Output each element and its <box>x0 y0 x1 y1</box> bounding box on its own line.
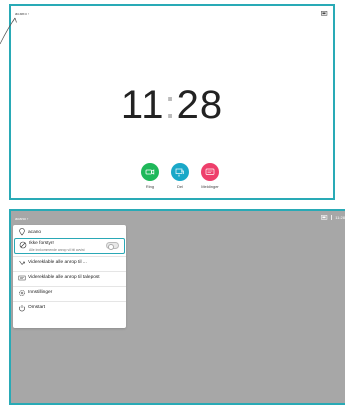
system-name-label: acano <box>15 216 26 221</box>
clock: 11:28 <box>11 83 333 128</box>
settings-item[interactable]: Innstillinger <box>13 288 126 298</box>
separator <box>331 215 333 220</box>
do-not-disturb-toggle[interactable] <box>106 242 119 250</box>
do-not-disturb-icon <box>19 241 27 249</box>
standby-screen: acano› 11:28 Ring Del Meldinger <box>9 4 335 200</box>
do-not-disturb-label: Ikke forstyrr <box>29 241 55 246</box>
clock-hours: 11 <box>120 83 165 127</box>
toggle-knob <box>108 244 114 250</box>
time-label: 11:28 <box>335 215 345 220</box>
status-area: 11:28 <box>321 215 345 220</box>
messages-button[interactable] <box>201 163 219 181</box>
menu-header: acano <box>13 227 126 237</box>
settings-label: Innstillinger <box>28 290 53 295</box>
do-not-disturb-row[interactable]: Ikke forstyrr Alle innkommende anrop vil… <box>14 238 125 254</box>
messages-button-label: Meldinger <box>201 184 219 189</box>
gear-icon <box>19 290 25 296</box>
menu-overlay-screen: acano › 11:28 acano Ikke forstyrr Alle i… <box>9 209 345 405</box>
voicemail-icon <box>205 168 215 175</box>
system-name-button[interactable]: acano › <box>15 216 28 221</box>
menu-header-label: acano <box>28 230 42 235</box>
system-menu: acano Ikke forstyrr Alle innkommende anr… <box>13 225 126 328</box>
divider <box>13 301 126 302</box>
share-button[interactable] <box>171 163 189 181</box>
screen-share-icon[interactable] <box>321 215 328 220</box>
do-not-disturb-description: Alle innkommende anrop vil bli avvist <box>29 248 85 252</box>
call-button-bar: Ring Del Meldinger <box>11 163 333 197</box>
annotation-arrow <box>0 17 17 45</box>
restart-label: Omstart <box>28 305 46 310</box>
divider <box>13 286 126 287</box>
forward-to-voicemail-label: Videreklable alle anrop til talepost <box>28 275 100 280</box>
screen-share-icon[interactable] <box>321 11 328 16</box>
call-forward-icon <box>19 260 25 265</box>
divider <box>13 256 126 257</box>
call-button[interactable] <box>141 163 159 181</box>
forward-to-voicemail-item[interactable]: Videreklable alle anrop til talepost <box>13 273 126 283</box>
location-pin-icon <box>19 228 25 236</box>
voicemail-icon <box>18 275 26 281</box>
power-icon <box>19 305 25 312</box>
forward-all-calls-item[interactable]: Videreklable alle anrop til ... <box>13 258 126 268</box>
divider <box>13 271 126 272</box>
share-screen-icon <box>175 168 184 177</box>
video-camera-icon <box>145 169 155 175</box>
forward-all-calls-label: Videreklable alle anrop til ... <box>28 260 87 265</box>
restart-item[interactable]: Omstart <box>13 303 126 313</box>
clock-minutes: 28 <box>176 83 224 127</box>
clock-separator: : <box>164 83 177 127</box>
